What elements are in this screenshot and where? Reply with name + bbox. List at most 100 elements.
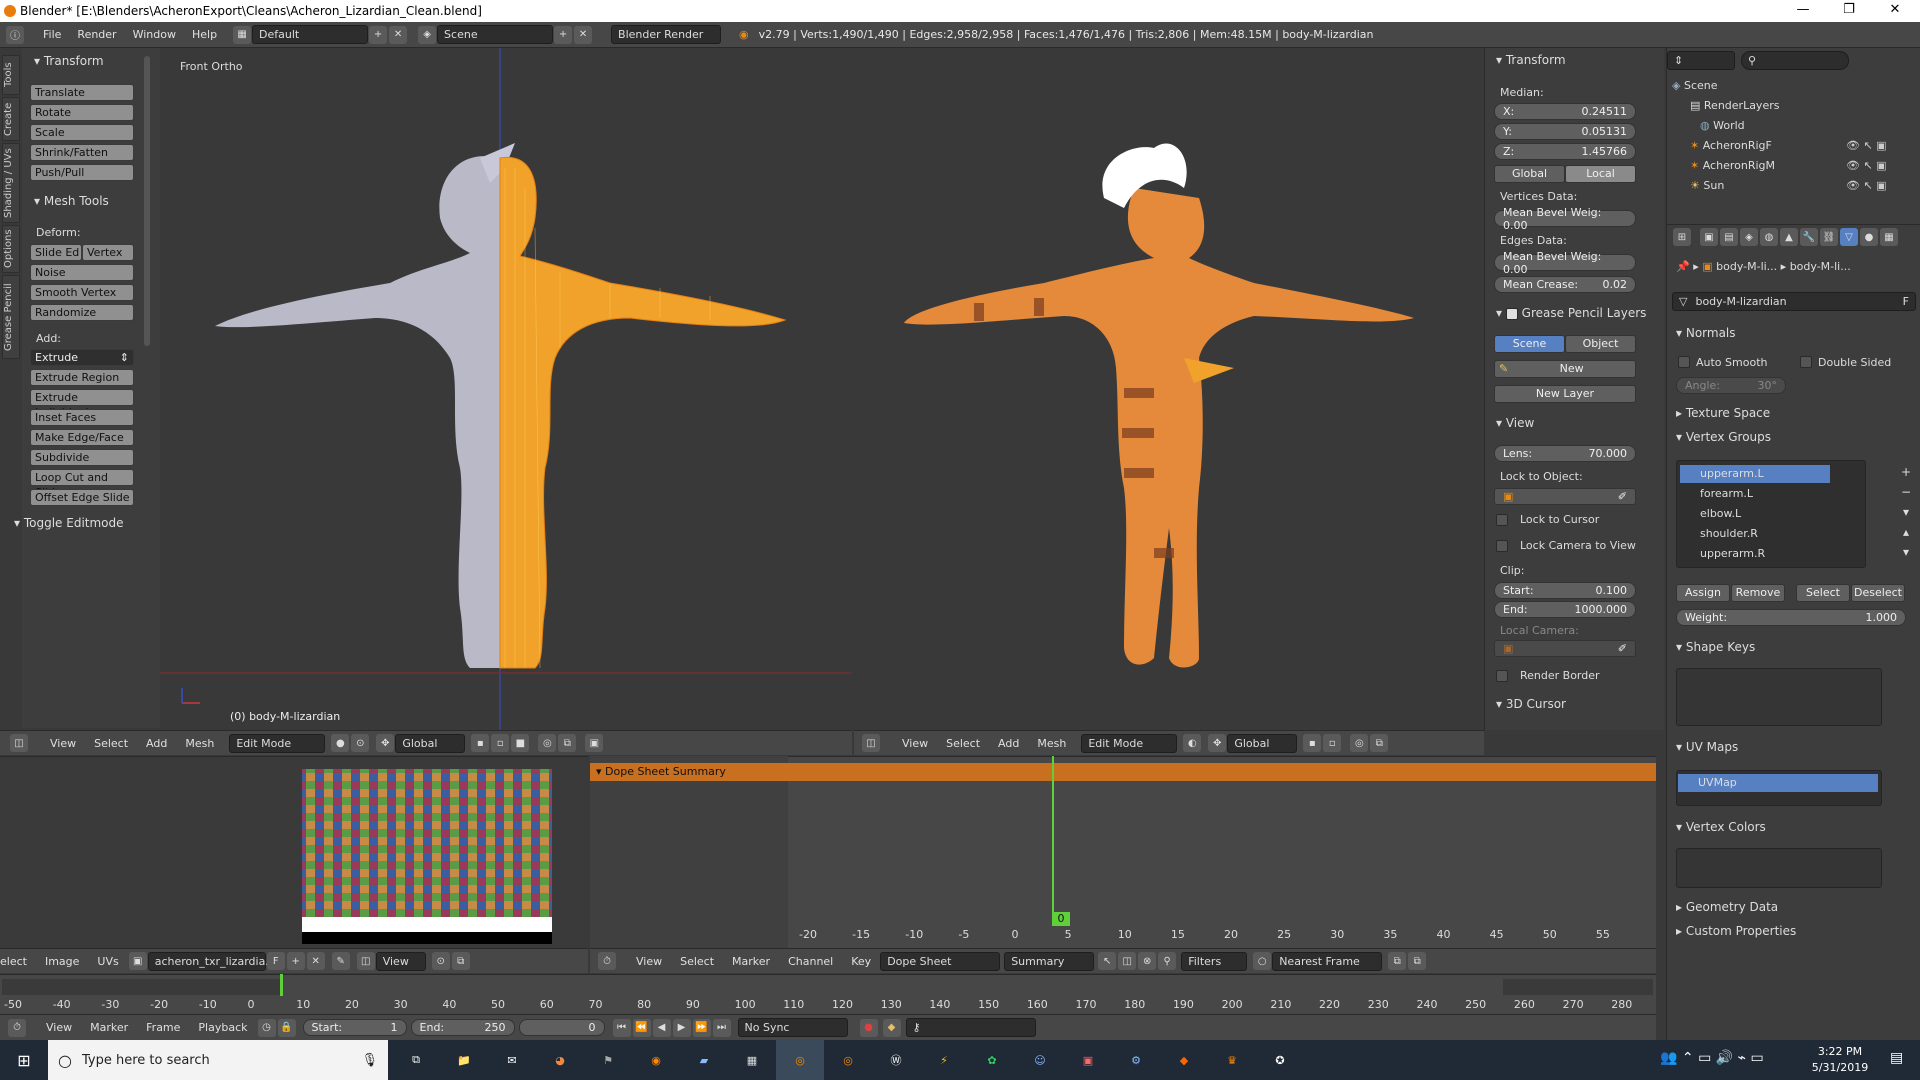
menu-select[interactable]: Select (85, 737, 137, 750)
uv-maps-panel-title[interactable]: ▾ UV Maps (1676, 740, 1738, 754)
pin-icon[interactable]: 📌 (1676, 260, 1690, 273)
errors-icon[interactable]: ⊗ (1138, 952, 1157, 970)
vertex-group-item[interactable]: upperarm.L (1680, 465, 1830, 483)
menu-view[interactable]: View (41, 737, 85, 750)
render-engine-selector[interactable]: Blender Render (611, 25, 722, 44)
lock-icon[interactable]: 🔒 (277, 1018, 296, 1037)
unlink-image-icon[interactable]: ✕ (306, 952, 325, 970)
local-toggle[interactable]: Local (1565, 165, 1636, 183)
manipulator-icon[interactable]: ✥ (376, 734, 395, 752)
app-red-icon[interactable]: ▣ (1064, 1040, 1112, 1080)
layers-tab-icon[interactable]: ▤ (1720, 228, 1738, 246)
shading-icon[interactable]: ◐ (1183, 734, 1202, 752)
3d-cursor-panel-title[interactable]: ▾ 3D Cursor (1496, 697, 1566, 711)
render-border-checkbox[interactable] (1496, 670, 1508, 682)
manipulator-icon[interactable]: ✥ (1208, 734, 1227, 752)
editor-type-icon[interactable]: ⏱ (8, 1018, 26, 1037)
add-scene-icon[interactable]: + (554, 25, 573, 44)
gp-scene-toggle[interactable]: Scene (1494, 335, 1565, 353)
smooth-vertex-button[interactable]: Smooth Vertex (30, 284, 134, 301)
lock-object-field[interactable]: ▣ ✐ (1494, 488, 1636, 505)
median-y-field[interactable]: Y: 0.05131 (1494, 123, 1636, 140)
edge-select-icon[interactable]: ▫ (1323, 734, 1342, 752)
grease-pencil-layers-title[interactable]: ▾ Grease Pencil Layers (1496, 306, 1646, 320)
calculator-icon[interactable]: ▦ (728, 1040, 776, 1080)
constraint-tab-icon[interactable]: ⛓ (1820, 228, 1838, 246)
push-pull-button[interactable]: Push/Pull (30, 164, 134, 181)
scale-button[interactable]: Scale (30, 124, 134, 141)
remove-button[interactable]: Remove (1731, 584, 1785, 602)
clock[interactable]: 3:22 PM 5/31/2019 (1800, 1044, 1880, 1078)
editor-type-icon[interactable]: ⏱ (598, 952, 616, 970)
fake-user-toggle[interactable]: F (1903, 295, 1909, 308)
info-editor-icon[interactable]: ⓘ (6, 25, 24, 44)
transform-panel-title[interactable]: ▾ Transform (34, 54, 104, 68)
properties-context-tabs[interactable]: ⊞ ▣ ▤ ◈ ◍ ▲ 🔧 ⛓ ▽ ● ▦ (1672, 228, 1916, 246)
outliner-row-renderlayers[interactable]: ▤ RenderLayers (1690, 99, 1779, 112)
prev-key-icon[interactable]: ⏪ (632, 1018, 651, 1037)
mesh-tools-panel-title[interactable]: ▾ Mesh Tools (34, 194, 109, 208)
uv-image-editor[interactable] (0, 756, 588, 948)
vertex-colors-panel-title[interactable]: ▾ Vertex Colors (1676, 820, 1766, 834)
jump-start-icon[interactable]: ⏮ (612, 1018, 631, 1037)
extrude-menu[interactable]: Extrude ⇕ (30, 349, 134, 366)
menu-playback[interactable]: Playback (189, 1021, 256, 1034)
jump-end-icon[interactable]: ⏭ (712, 1018, 731, 1037)
menu-select[interactable]: elect (0, 955, 36, 968)
n-transform-title[interactable]: ▾ Transform (1496, 53, 1566, 67)
show-hidden-icon[interactable]: ◫ (1118, 952, 1137, 970)
remove-layout-icon[interactable]: ✕ (389, 25, 408, 44)
mean-bevel-edge-field[interactable]: Mean Bevel Weig: 0.00 (1494, 250, 1636, 276)
inset-faces-button[interactable]: Inset Faces (30, 409, 134, 426)
record-icon[interactable]: ● (859, 1018, 878, 1037)
wordpress-icon[interactable]: Ⓦ (872, 1040, 920, 1080)
steam-icon[interactable]: ⚙ (1112, 1040, 1160, 1080)
normals-panel-title[interactable]: ▾ Normals (1676, 326, 1736, 340)
notifications-icon[interactable]: ▤ (1890, 1050, 1912, 1070)
editor-type-icon[interactable]: ◫ (862, 734, 880, 752)
lock-camera-checkbox[interactable] (1496, 540, 1508, 552)
pivot-icon[interactable]: ⊙ (351, 734, 370, 752)
custom-properties-panel-title[interactable]: ▸ Custom Properties (1676, 924, 1796, 938)
display-icon[interactable]: ◫ (356, 952, 375, 970)
menu-select[interactable]: Select (937, 737, 989, 750)
subdivide-button[interactable]: Subdivide (30, 449, 134, 466)
vertex-select-icon[interactable]: ▪ (1303, 734, 1322, 752)
modifier-tab-icon[interactable]: 🔧 (1800, 228, 1818, 246)
menu-marker[interactable]: Marker (723, 955, 779, 968)
orientation-selector[interactable]: Global (395, 733, 466, 753)
blender-taskbar-icon-2[interactable]: ◎ (824, 1040, 872, 1080)
data-tab-icon[interactable]: ▽ (1840, 228, 1858, 246)
current-frame-badge[interactable]: 0 (1052, 912, 1070, 926)
end-frame-field[interactable]: End: 250 (410, 1019, 515, 1036)
vertex-groups-panel-title[interactable]: ▾ Vertex Groups (1676, 430, 1771, 444)
fake-user-button[interactable]: F (266, 952, 285, 970)
mode-selector[interactable]: Edit Mode (229, 733, 326, 753)
menu-uvs[interactable]: UVs (88, 955, 127, 968)
minimize-button[interactable]: — (1780, 0, 1826, 22)
file-explorer-icon[interactable]: 📁 (440, 1040, 488, 1080)
sticky-icon[interactable]: ⧉ (451, 952, 470, 970)
discord-icon[interactable]: ☺ (1016, 1040, 1064, 1080)
next-key-icon[interactable]: ⏩ (692, 1018, 711, 1037)
face-select-icon[interactable]: ■ (511, 734, 530, 752)
menu-image[interactable]: Image (36, 955, 88, 968)
gp-new-button[interactable]: ✎ New (1494, 360, 1636, 378)
sync-mode-selector[interactable]: No Sync (737, 1018, 848, 1037)
vertex-select-icon[interactable]: ▪ (471, 734, 490, 752)
assign-button[interactable]: Assign (1676, 584, 1730, 602)
dope-sheet-summary-channel[interactable]: ▾ Dope Sheet Summary (596, 765, 726, 778)
dope-sheet-ruler[interactable]: -20 -15 -10 -5 0 5 10 15 20 25 30 35 40 45 50 55 (795, 926, 1645, 946)
menu-window[interactable]: Window (125, 28, 184, 41)
toolshelf-scrollbar[interactable] (144, 56, 150, 346)
texture-tab-icon[interactable]: ▦ (1880, 228, 1898, 246)
toggle-editmode-panel[interactable]: ▾ Toggle Editmode (14, 516, 124, 530)
select-button[interactable]: Select (1796, 584, 1850, 602)
vertex-group-item[interactable]: forearm.L (1680, 485, 1830, 503)
menu-mesh[interactable]: Mesh (1028, 737, 1075, 750)
outliner-row-scene[interactable]: ◈ Scene (1672, 79, 1718, 92)
editor-type-icon[interactable]: ◫ (10, 734, 28, 752)
render-icon[interactable]: ▣ (585, 734, 604, 752)
keying-set-icon[interactable]: ◆ (882, 1018, 901, 1037)
orientation-selector[interactable]: Global (1227, 733, 1298, 753)
